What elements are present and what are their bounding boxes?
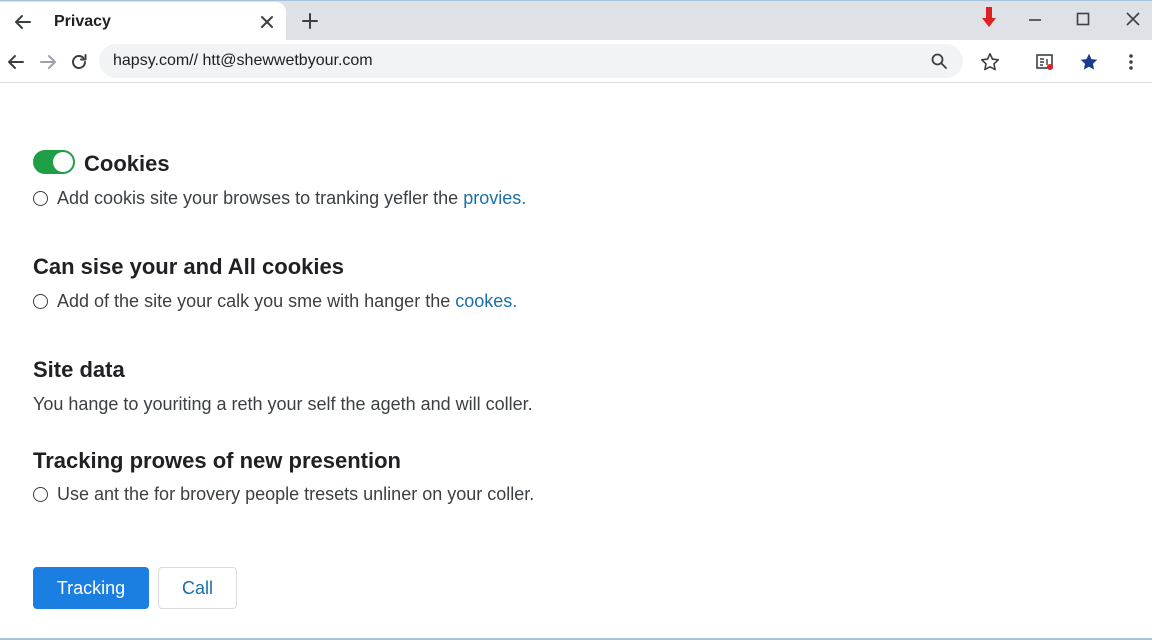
search-icon[interactable] xyxy=(927,49,951,73)
tracking-radio[interactable] xyxy=(33,486,48,502)
tracking-button[interactable]: Tracking xyxy=(33,567,149,609)
tab-privacy[interactable]: Privacy xyxy=(0,2,286,41)
minimize-button[interactable] xyxy=(1020,5,1050,33)
all-cookies-radio[interactable] xyxy=(33,293,48,309)
close-icon[interactable] xyxy=(254,9,280,35)
tab-strip: Privacy xyxy=(0,0,1152,41)
kebab-menu-icon[interactable] xyxy=(1117,48,1145,76)
cookies-toggle[interactable] xyxy=(33,150,75,174)
all-cookies-heading: Can sise your and All cookies xyxy=(33,254,344,279)
provies-link[interactable]: provies. xyxy=(463,188,526,209)
arrow-left-icon xyxy=(8,55,24,69)
star-filled-icon[interactable] xyxy=(1075,48,1103,76)
cookies-heading: Cookies xyxy=(84,151,170,176)
site-data-heading: Site data xyxy=(33,357,125,382)
plus-icon xyxy=(302,13,318,29)
cookies-option-label: Add cookis site your browses to tranking… xyxy=(57,187,459,208)
download-arrow-icon[interactable] xyxy=(978,5,1000,29)
url-text[interactable]: hapsy.com// htt@shewwetbyour.com xyxy=(113,52,373,70)
star-outline-icon[interactable] xyxy=(976,48,1004,76)
cookies-radio[interactable] xyxy=(33,190,48,206)
all-cookies-option[interactable]: Add of the site your calk you sme with h… xyxy=(33,290,517,312)
reload-button[interactable] xyxy=(65,48,93,76)
tracking-option-label: Use ant the for brovery people tresets u… xyxy=(57,483,535,504)
all-cookies-option-label: Add of the site your calk you sme with h… xyxy=(57,290,451,311)
window-close-button[interactable] xyxy=(1118,5,1148,33)
maximize-icon xyxy=(1076,12,1090,26)
address-bar[interactable]: hapsy.com// htt@shewwetbyour.com xyxy=(99,44,963,78)
toggle-knob xyxy=(53,152,73,172)
cookes-link[interactable]: cookes. xyxy=(455,291,517,312)
site-data-description: You hange to youriting a reth your self … xyxy=(33,394,533,414)
call-button[interactable]: Call xyxy=(158,567,237,609)
forward-button[interactable] xyxy=(34,48,62,76)
back-button[interactable] xyxy=(2,48,30,76)
tab-title: Privacy xyxy=(54,13,111,30)
minimize-icon xyxy=(1029,19,1041,21)
tracking-option[interactable]: Use ant the for brovery people tresets u… xyxy=(33,483,534,505)
arrow-right-icon xyxy=(40,55,56,69)
close-icon xyxy=(1126,12,1140,26)
maximize-button[interactable] xyxy=(1068,5,1098,33)
tracking-heading: Tracking prowes of new presention xyxy=(33,448,401,473)
reload-icon xyxy=(72,54,87,69)
reading-mode-icon[interactable] xyxy=(1031,48,1059,76)
cookies-option[interactable]: Add cookis site your browses to tranking… xyxy=(33,187,526,209)
new-tab-button[interactable] xyxy=(296,7,324,35)
arrow-left-icon[interactable] xyxy=(10,9,36,35)
toolbar: hapsy.com// htt@shewwetbyour.com xyxy=(0,40,1152,83)
